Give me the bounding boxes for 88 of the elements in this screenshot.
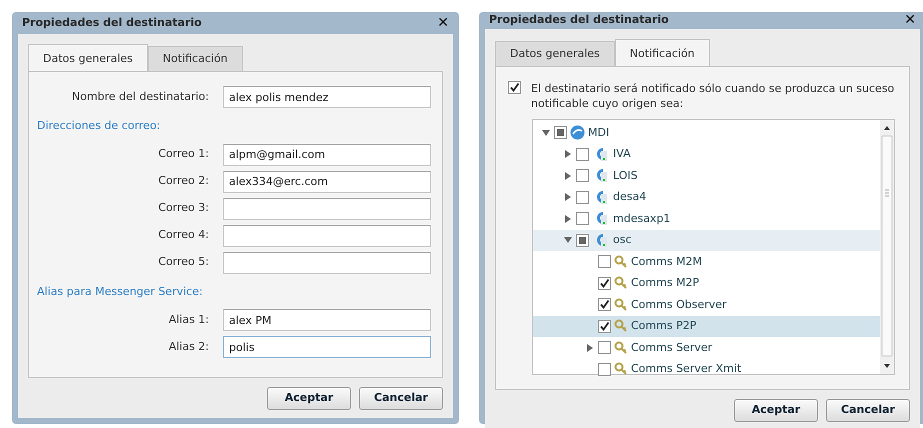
section-heading: Direcciones de correo: — [37, 118, 162, 134]
expand-arrow-icon[interactable] — [564, 214, 572, 223]
tree-row[interactable]: mdesaxp1 — [533, 208, 880, 230]
tree-label: osc — [613, 232, 632, 248]
key-icon — [614, 254, 628, 269]
computer-icon — [594, 146, 608, 162]
tree-label: mdesaxp1 — [613, 210, 670, 226]
field-label: Alias 2: — [168, 338, 210, 355]
tree-row[interactable]: Comms M2M — [533, 251, 880, 272]
checkbox[interactable] — [508, 81, 521, 94]
key-icon — [614, 298, 628, 312]
computer-icon — [594, 232, 608, 248]
dialog-button[interactable]: Aceptar — [267, 387, 351, 410]
key-icon — [614, 276, 628, 290]
computer-icon — [594, 211, 608, 226]
field-label: Correo 5: — [157, 254, 210, 270]
field-label: Correo 1: — [157, 146, 210, 162]
checkbox[interactable] — [598, 320, 611, 333]
checkbox[interactable] — [576, 234, 589, 247]
tab[interactable]: Datos generales — [495, 40, 615, 66]
tree-label: IVA — [613, 146, 631, 162]
dialog-button[interactable]: Aceptar — [734, 399, 818, 422]
checkbox[interactable] — [598, 298, 611, 312]
dialog-button[interactable]: Cancelar — [359, 387, 443, 410]
computer-icon — [594, 190, 608, 205]
tree-label: Comms Server — [631, 340, 712, 356]
tree-row[interactable]: MDI — [533, 122, 880, 144]
tab[interactable]: Notificación — [614, 38, 710, 66]
key-icon — [614, 362, 628, 376]
section-heading: Alias para Messenger Service: — [37, 284, 204, 300]
input-field[interactable] — [223, 224, 431, 246]
checkbox[interactable] — [554, 126, 567, 140]
tree-row[interactable]: desa4 — [533, 186, 880, 208]
checkbox[interactable] — [576, 212, 589, 226]
checkbox[interactable] — [598, 255, 611, 268]
close-button[interactable]: ✕ — [904, 13, 916, 28]
tree-label: Comms P2P — [631, 318, 696, 334]
checkbox[interactable] — [576, 190, 589, 204]
network-icon — [570, 125, 585, 140]
tree-label: Comms M2P — [631, 275, 700, 291]
tree-label: desa4 — [613, 189, 646, 205]
notify-text: El destinatario será notificado sólo cuando se produzca un suceso notificable cuyo origen sea: — [531, 81, 896, 111]
key-icon — [614, 340, 628, 355]
checkbox[interactable] — [576, 148, 589, 161]
checkbox[interactable] — [598, 362, 611, 376]
input-field[interactable] — [223, 198, 431, 220]
tree-label: Comms M2M — [631, 254, 702, 270]
tree-label: Comms Server Xmit — [631, 361, 742, 377]
computer-icon — [594, 168, 608, 184]
tree-row[interactable]: LOIS — [533, 165, 880, 186]
tree-label: MDI — [588, 124, 610, 140]
field-label: Correo 4: — [157, 227, 210, 244]
dialog-title: Propiedades del destinatario — [22, 14, 202, 30]
input-field[interactable]: alex polis mendez — [223, 86, 431, 108]
expand-arrow-icon[interactable] — [564, 193, 572, 202]
tab[interactable]: Notificación — [148, 46, 243, 71]
tree-row[interactable]: IVA — [533, 144, 880, 165]
checkbox[interactable] — [598, 341, 611, 354]
field-label: Correo 3: — [157, 200, 210, 216]
tree-row[interactable]: Comms M2P — [533, 272, 880, 294]
tree-row[interactable]: Comms Server — [533, 337, 880, 358]
tab[interactable]: Datos generales — [28, 44, 148, 71]
input-field[interactable]: alex PM — [223, 309, 431, 331]
input-field[interactable]: alpm@gmail.com — [223, 144, 431, 166]
input-field[interactable]: alex334@erc.com — [223, 170, 431, 192]
tree-row[interactable]: Comms Server Xmit — [533, 358, 880, 380]
tree-row[interactable]: Comms Observer — [533, 294, 880, 316]
scrollbar[interactable] — [880, 120, 894, 374]
expand-arrow-icon[interactable] — [564, 150, 572, 158]
input-field[interactable] — [223, 252, 431, 274]
tree-label: Comms Observer — [631, 296, 727, 312]
checkbox[interactable] — [576, 169, 589, 182]
close-button[interactable]: ✕ — [437, 16, 449, 30]
expand-arrow-icon[interactable] — [564, 172, 572, 180]
field-label: Correo 2: — [157, 173, 210, 190]
key-icon — [614, 319, 628, 334]
expand-arrow-icon[interactable] — [586, 344, 594, 352]
dialog-button[interactable]: Cancelar — [826, 399, 910, 422]
checkbox[interactable] — [598, 276, 611, 290]
field-label: Nombre del destinatario: — [70, 88, 210, 105]
collapse-arrow-icon[interactable] — [542, 128, 550, 137]
collapse-arrow-icon[interactable] — [564, 236, 572, 244]
tree-row[interactable]: osc — [533, 230, 880, 251]
tree-row[interactable]: Comms P2P — [533, 316, 880, 337]
input-field[interactable]: polis — [223, 336, 431, 358]
tree-label: LOIS — [613, 168, 638, 184]
dialog-title: Propiedades del destinatario — [489, 12, 669, 28]
field-label: Alias 1: — [168, 312, 210, 328]
